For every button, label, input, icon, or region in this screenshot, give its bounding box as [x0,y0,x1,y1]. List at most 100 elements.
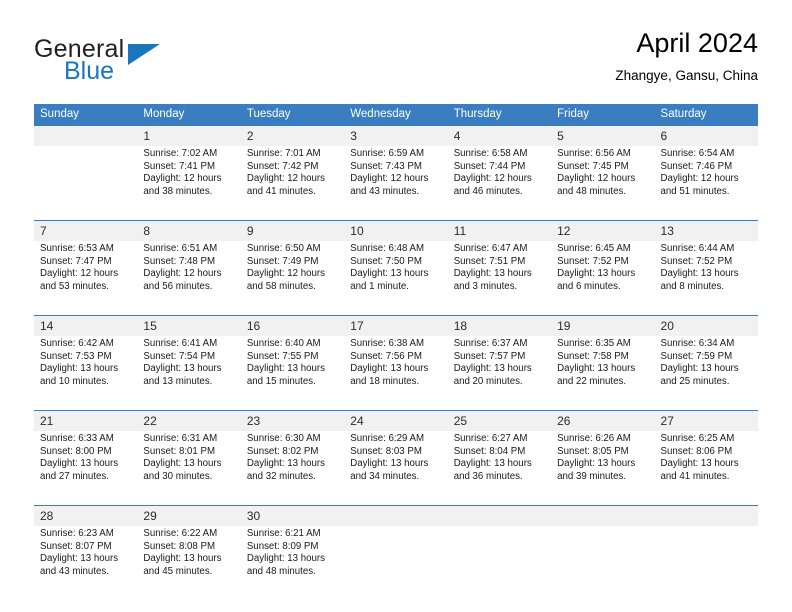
sunrise-text: Sunrise: 6:21 AM [246,528,321,539]
day-cell[interactable]: Sunrise: 7:01 AM Sunset: 7:42 PM Daylight:… [240,146,345,221]
day-cell[interactable]: Sunrise: 6:30 AM Sunset: 8:02 PM Daylight:… [240,431,345,506]
day-number[interactable]: 26 [551,410,655,431]
sunrise-text: Sunrise: 6:56 AM [557,148,631,159]
day-cell[interactable]: Sunrise: 6:22 AM Sunset: 8:08 PM Daylight:… [137,526,241,600]
day-cell[interactable]: Sunrise: 6:40 AM Sunset: 7:55 PM Daylight:… [240,336,345,411]
day-cell[interactable]: Sunrise: 6:42 AM Sunset: 7:53 PM Daylight:… [34,336,138,411]
day-cell[interactable]: Sunrise: 6:38 AM Sunset: 7:56 PM Daylight:… [344,336,448,411]
day-cell-empty [654,526,758,600]
day-cell[interactable]: Sunrise: 6:26 AM Sunset: 8:05 PM Daylight:… [551,431,655,506]
week-detail-row: Sunrise: 6:33 AM Sunset: 8:00 PM Daylight:… [34,431,758,506]
day-cell[interactable]: Sunrise: 6:48 AM Sunset: 7:50 PM Daylight:… [344,241,448,316]
day-number[interactable]: 10 [344,220,448,241]
day-number[interactable]: 23 [240,410,345,431]
daylight-text: Daylight: 13 hours [660,268,739,280]
sunrise-text: Sunrise: 6:40 AM [246,338,321,349]
day-number[interactable]: 2 [240,126,345,146]
day-cell[interactable]: Sunrise: 6:44 AM Sunset: 7:52 PM Daylight:… [654,241,758,316]
day-number[interactable]: 30 [240,505,345,526]
day-cell[interactable]: Sunrise: 6:54 AM Sunset: 7:46 PM Daylight:… [654,146,758,221]
daylight-text-cont: and 22 minutes. [557,375,627,387]
day-cell-empty [551,526,655,600]
sunrise-text: Sunrise: 6:47 AM [453,243,528,254]
logo-triangle-icon [128,44,160,65]
day-number[interactable]: 1 [137,126,241,146]
weekday-header-tuesday: Tuesday [240,104,345,126]
day-number[interactable]: 9 [240,220,345,241]
sunset-text: Sunset: 7:51 PM [453,255,526,267]
week-detail-row: Sunrise: 6:53 AM Sunset: 7:47 PM Daylight:… [34,241,758,316]
day-cell[interactable]: Sunrise: 6:27 AM Sunset: 8:04 PM Daylight:… [447,431,552,506]
day-number[interactable]: 12 [551,220,655,241]
sunrise-text: Sunrise: 6:33 AM [40,433,114,444]
daylight-text-cont: and 48 minutes. [557,185,627,197]
sunrise-text: Sunrise: 6:42 AM [40,338,114,349]
day-cell[interactable]: Sunrise: 6:53 AM Sunset: 7:47 PM Daylight:… [34,241,138,316]
day-number[interactable]: 5 [551,126,655,146]
sunset-text: Sunset: 7:46 PM [660,160,733,172]
sunset-text: Sunset: 7:43 PM [350,160,422,172]
sunset-text: Sunset: 7:54 PM [143,350,216,362]
day-cell[interactable]: Sunrise: 6:56 AM Sunset: 7:45 PM Daylight:… [551,146,655,221]
day-cell[interactable]: Sunrise: 6:41 AM Sunset: 7:54 PM Daylight:… [137,336,241,411]
day-number[interactable]: 22 [137,410,241,431]
day-cell[interactable]: Sunrise: 6:51 AM Sunset: 7:48 PM Daylight:… [137,241,241,316]
day-number[interactable]: 19 [551,315,655,336]
calendar-page: General Blue April 2024 Zhangye, Gansu, … [0,0,792,612]
day-cell[interactable]: Sunrise: 6:23 AM Sunset: 8:07 PM Daylight:… [34,526,138,600]
day-number[interactable]: 14 [34,315,138,336]
sunrise-text: Sunrise: 6:53 AM [40,243,114,254]
day-cell[interactable]: Sunrise: 6:35 AM Sunset: 7:58 PM Daylight:… [551,336,655,411]
day-cell[interactable]: Sunrise: 6:50 AM Sunset: 7:49 PM Daylight:… [240,241,345,316]
day-number[interactable]: 15 [137,315,241,336]
day-number[interactable]: 13 [654,220,758,241]
sunset-text: Sunset: 7:57 PM [453,350,526,362]
sunrise-text: Sunrise: 6:44 AM [660,243,735,254]
daylight-text: Daylight: 12 hours [143,268,222,280]
day-number[interactable]: 4 [447,126,552,146]
day-cell[interactable]: Sunrise: 6:25 AM Sunset: 8:06 PM Daylight:… [654,431,758,506]
day-number[interactable]: 7 [34,220,138,241]
day-cell[interactable]: Sunrise: 6:21 AM Sunset: 8:09 PM Daylight:… [240,526,345,600]
day-cell[interactable]: Sunrise: 6:37 AM Sunset: 7:57 PM Daylight:… [447,336,552,411]
daylight-text: Daylight: 13 hours [453,363,532,375]
sunset-text: Sunset: 7:47 PM [40,255,112,267]
day-cell[interactable]: Sunrise: 6:31 AM Sunset: 8:01 PM Daylight:… [137,431,241,506]
day-cell[interactable]: Sunrise: 6:58 AM Sunset: 7:44 PM Daylight:… [447,146,552,221]
day-number[interactable]: 8 [137,220,241,241]
day-number[interactable]: 27 [654,410,758,431]
day-number[interactable]: 11 [447,220,552,241]
sunrise-text: Sunrise: 6:30 AM [246,433,321,444]
day-cell[interactable]: Sunrise: 7:02 AM Sunset: 7:41 PM Daylight:… [137,146,241,221]
daylight-text-cont: and 48 minutes. [246,565,316,577]
day-number[interactable]: 21 [34,410,138,431]
day-number[interactable]: 6 [654,126,758,146]
day-number[interactable]: 3 [344,126,448,146]
day-number[interactable]: 25 [447,410,552,431]
daylight-text: Daylight: 12 hours [453,173,532,185]
daylight-text-cont: and 8 minutes. [660,280,725,292]
day-cell[interactable]: Sunrise: 6:47 AM Sunset: 7:51 PM Daylight:… [447,241,552,316]
daylight-text-cont: and 3 minutes. [453,280,518,292]
day-number[interactable]: 28 [34,505,138,526]
week-daynumber-row: 14 15 16 17 18 19 20 [34,315,758,336]
sunrise-text: Sunrise: 6:59 AM [350,148,425,159]
day-cell[interactable]: Sunrise: 6:33 AM Sunset: 8:00 PM Daylight:… [34,431,138,506]
week-detail-row: Sunrise: 7:02 AM Sunset: 7:41 PM Daylight:… [34,146,758,221]
day-cell[interactable]: Sunrise: 6:29 AM Sunset: 8:03 PM Daylight:… [344,431,448,506]
daylight-text: Daylight: 13 hours [40,363,119,375]
daylight-text: Daylight: 13 hours [350,458,429,470]
sunrise-text: Sunrise: 6:48 AM [350,243,425,254]
daylight-text: Daylight: 13 hours [660,458,739,470]
day-number[interactable]: 29 [137,505,241,526]
day-number[interactable]: 17 [344,315,448,336]
generalblue-logo: General Blue [34,35,224,87]
day-cell[interactable]: Sunrise: 6:45 AM Sunset: 7:52 PM Daylight:… [551,241,655,316]
daylight-text-cont: and 27 minutes. [40,470,109,482]
day-number[interactable]: 20 [654,315,758,336]
day-number[interactable]: 16 [240,315,345,336]
day-cell[interactable]: Sunrise: 6:34 AM Sunset: 7:59 PM Daylight:… [654,336,758,411]
day-number[interactable]: 18 [447,315,552,336]
day-cell[interactable]: Sunrise: 6:59 AM Sunset: 7:43 PM Daylight:… [344,146,448,221]
day-number[interactable]: 24 [344,410,448,431]
